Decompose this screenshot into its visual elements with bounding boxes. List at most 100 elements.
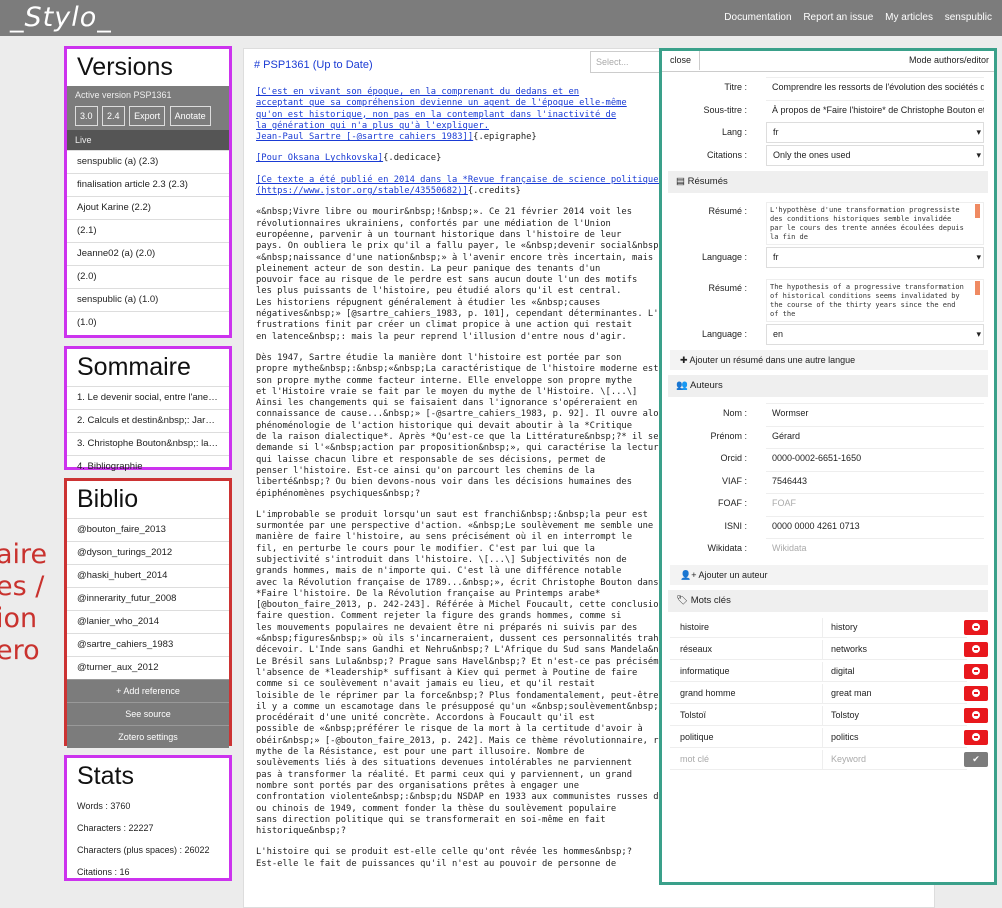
- resume-marker: [975, 280, 980, 295]
- metadata-panel: close Mode authors/editor Titre : Compren…: [659, 48, 997, 885]
- export-button[interactable]: Export: [129, 106, 166, 126]
- nav-report-issue[interactable]: Report an issue: [803, 12, 873, 23]
- credits-class: {.credits}: [467, 186, 521, 197]
- biblio-item[interactable]: @dyson_turings_2012: [67, 541, 229, 564]
- field-row: Wikidata : Wikidata: [662, 537, 994, 560]
- check-icon[interactable]: ✔: [964, 751, 988, 767]
- live-version[interactable]: Live: [67, 130, 229, 150]
- biblio-item[interactable]: @sartre_cahiers_1983: [67, 633, 229, 656]
- field-label: Language :: [701, 252, 747, 262]
- zotero-settings-button[interactable]: Zotero settings: [67, 725, 229, 748]
- author-lastname-input[interactable]: Wormser: [766, 403, 984, 423]
- keyword-en-input[interactable]: digital: [822, 661, 967, 682]
- resume-lang-select[interactable]: en: [766, 323, 984, 345]
- version-item[interactable]: Jeanne02 (a) (2.0): [67, 242, 229, 265]
- version-item[interactable]: senspublic (a) (2.3): [67, 150, 229, 173]
- see-source-button[interactable]: See source: [67, 702, 229, 725]
- author-foaf-input[interactable]: FOAF: [766, 493, 984, 513]
- remove-icon[interactable]: [964, 729, 988, 745]
- active-version-label: Active version PSP1361: [75, 90, 172, 100]
- toc-item[interactable]: 3. Christophe Bouton&nbsp;: la …: [67, 432, 229, 455]
- authors-section-header[interactable]: 👥 Auteurs: [668, 375, 988, 397]
- add-author-button[interactable]: 👤+ Ajouter un auteur: [670, 564, 988, 585]
- keyword-en-input[interactable]: networks: [822, 639, 967, 660]
- author-orcid-input[interactable]: 0000-0002-6651-1650: [766, 448, 984, 468]
- field-label: VIAF :: [721, 475, 747, 486]
- field-row: Language : fr: [662, 246, 994, 269]
- author-firstname-input[interactable]: Gérard: [766, 425, 984, 446]
- resumes-section-header[interactable]: ▤ Résumés: [668, 171, 988, 193]
- keyword-en-input[interactable]: politics: [822, 727, 967, 748]
- mode-toggle[interactable]: Mode authors/editor: [909, 55, 989, 65]
- version-item[interactable]: finalisation article 2.3 (2.3): [67, 173, 229, 196]
- remove-icon[interactable]: [964, 619, 988, 635]
- resume-en-textarea[interactable]: The hypothesis of a progressive transfor…: [766, 278, 984, 322]
- add-resume-button[interactable]: ✚ Ajouter un résumé dans une autre langu…: [670, 350, 988, 370]
- biblio-item[interactable]: @turner_aux_2012: [67, 656, 229, 679]
- biblio-item[interactable]: @lanier_who_2014: [67, 610, 229, 633]
- stylo-logo[interactable]: _Stylo_: [10, 2, 112, 33]
- citations-select[interactable]: Only the ones used: [766, 144, 984, 166]
- field-row: Nom : Wormser: [662, 402, 994, 425]
- dedication-link[interactable]: [Pour Oksana Lychkovska]: [256, 153, 383, 163]
- keyword-fr-input[interactable]: informatique: [670, 662, 826, 682]
- field-row: VIAF : 7546443: [662, 470, 994, 493]
- field-label: Nom :: [722, 408, 747, 418]
- version-item[interactable]: senspublic (a) (1.0): [67, 288, 229, 311]
- nav-documentation[interactable]: Documentation: [724, 12, 791, 23]
- subtitle-input[interactable]: À propos de *Faire l'histoire* de Christ…: [766, 99, 984, 120]
- remove-icon[interactable]: [964, 707, 988, 723]
- new-keyword-fr-input[interactable]: mot clé: [670, 750, 826, 770]
- field-label: Titre :: [724, 82, 747, 92]
- author-viaf-input[interactable]: 7546443: [766, 470, 984, 491]
- resume-lang-select[interactable]: fr: [766, 247, 984, 268]
- overlay-annotation: aire es / ion ero: [0, 539, 47, 667]
- author-wikidata-input[interactable]: Wikidata: [766, 538, 984, 558]
- dedication-block: [Pour Oksana Lychkovska]{.dedicace}: [256, 153, 676, 164]
- nav-my-articles[interactable]: My articles: [885, 12, 933, 23]
- author-isni-input[interactable]: 0000 0000 4261 0713: [766, 515, 984, 536]
- resume-fr-textarea[interactable]: L'hypothèse d'une transformation progres…: [766, 202, 984, 245]
- keyword-en-input[interactable]: history: [822, 617, 967, 638]
- version-item[interactable]: (2.1): [67, 219, 229, 242]
- version-item[interactable]: (2.0): [67, 265, 229, 288]
- stat-citations: Citations : 16: [77, 867, 130, 877]
- annotate-button[interactable]: Anotate: [169, 106, 211, 126]
- keyword-en-input[interactable]: great man: [822, 683, 967, 704]
- version-item[interactable]: Ajout Karine (2.2): [67, 196, 229, 219]
- field-label: Orcid :: [720, 453, 747, 463]
- stats-title: Stats: [77, 762, 134, 790]
- nav-user[interactable]: senspublic: [945, 12, 992, 23]
- epigraph-link[interactable]: [C'est en vivant son époque, en la compr…: [256, 87, 627, 142]
- remove-icon[interactable]: [964, 641, 988, 657]
- remove-icon[interactable]: [964, 663, 988, 679]
- keyword-fr-input[interactable]: réseaux: [670, 640, 826, 660]
- version-major-button[interactable]: 3.0: [75, 106, 98, 126]
- field-row: Prénom : Gérard: [662, 425, 994, 448]
- new-keyword-en-input[interactable]: Keyword: [822, 749, 967, 770]
- keyword-en-input[interactable]: Tolstoy: [822, 705, 967, 726]
- version-item[interactable]: (1.0): [67, 311, 229, 334]
- keyword-fr-input[interactable]: politique: [670, 728, 826, 748]
- add-reference-button[interactable]: + Add reference: [67, 679, 229, 702]
- biblio-item[interactable]: @bouton_faire_2013: [67, 518, 229, 541]
- toc-item[interactable]: 1. Le devenir social, entre l'anecdote: [67, 386, 229, 409]
- lang-select[interactable]: fr: [766, 122, 984, 143]
- version-minor-button[interactable]: 2.4: [102, 106, 125, 126]
- keyword-fr-input[interactable]: histoire: [670, 618, 826, 638]
- toc-item[interactable]: 2. Calculs et destin&nbsp;: Jaro…: [67, 409, 229, 432]
- keywords-section-header[interactable]: 🏷 Mots clés: [668, 589, 988, 612]
- remove-icon[interactable]: [964, 685, 988, 701]
- toc-item[interactable]: 4. Bibliographie: [67, 455, 229, 478]
- biblio-item[interactable]: @haski_hubert_2014: [67, 564, 229, 587]
- keyword-fr-input[interactable]: Tolstoï: [670, 706, 826, 726]
- biblio-item[interactable]: @innerarity_futur_2008: [67, 587, 229, 610]
- editor-text[interactable]: [C'est en vivant son époque, en la compr…: [256, 87, 690, 880]
- section-select[interactable]: Select...: [590, 51, 667, 73]
- close-button[interactable]: close: [662, 51, 701, 70]
- sommaire-title: Sommaire: [77, 353, 191, 381]
- title-input[interactable]: Comprendre les ressorts de l'évolution d…: [766, 77, 984, 97]
- epigraph-block: [C'est en vivant son époque, en la compr…: [256, 87, 676, 143]
- keyword-fr-input[interactable]: grand homme: [670, 684, 826, 704]
- keyword-row: Tolstoï Tolstoy: [662, 705, 994, 727]
